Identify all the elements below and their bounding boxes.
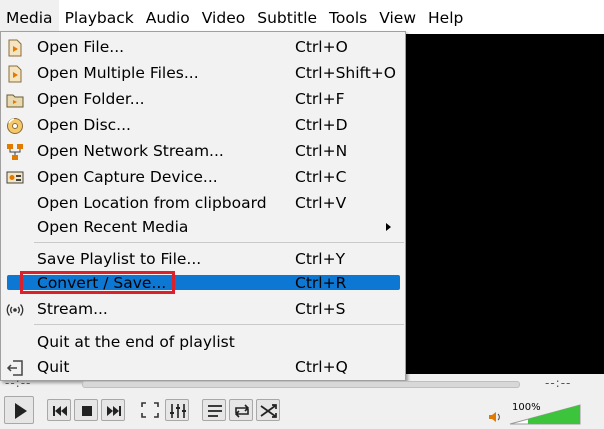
fullscreen-button[interactable] [138, 399, 162, 421]
menu-item-open-recent-media[interactable]: Open Recent Media [1, 216, 405, 241]
disc-icon [6, 117, 24, 135]
capture-device-icon [6, 169, 24, 187]
seek-bar-row: --:-- --:-- [0, 376, 604, 390]
annotation-highlight-box [20, 271, 175, 294]
stop-icon [82, 406, 92, 416]
playlist-icon [208, 405, 222, 417]
menu-tools[interactable]: Tools [323, 0, 373, 34]
menu-media[interactable]: Media [0, 0, 59, 34]
playlist-button[interactable] [202, 399, 226, 421]
next-icon [107, 406, 121, 416]
menu-item-open-capture-device[interactable]: Open Capture Device... Ctrl+C [1, 166, 405, 191]
menu-item-quit-end-of-playlist[interactable]: Quit at the end of playlist [1, 331, 405, 356]
menu-item-open-folder[interactable]: Open Folder... Ctrl+F [1, 88, 405, 113]
quit-icon [6, 359, 24, 377]
video-area[interactable] [403, 34, 604, 374]
menu-item-open-disc[interactable]: Open Disc... Ctrl+D [1, 114, 405, 139]
equalizer-icon [170, 404, 186, 418]
play-icon [15, 403, 27, 419]
menu-item-stream[interactable]: Stream... Ctrl+S [1, 298, 405, 323]
menu-item-save-playlist[interactable]: Save Playlist to File... Ctrl+Y [1, 248, 405, 273]
play-button[interactable] [4, 396, 34, 424]
open-file-icon [6, 39, 24, 57]
volume-slider[interactable] [508, 403, 582, 425]
menu-video[interactable]: Video [196, 0, 251, 34]
menu-help[interactable]: Help [422, 0, 469, 34]
media-dropdown-menu: Open File... Ctrl+O Open Multiple Files.… [0, 31, 406, 381]
shuffle-icon [260, 404, 277, 418]
fullscreen-icon [141, 402, 159, 418]
network-icon [6, 143, 24, 161]
next-button[interactable] [101, 399, 125, 421]
loop-button[interactable] [229, 399, 253, 421]
menu-bar: Media Playback Audio Video Subtitle Tool… [0, 0, 604, 34]
menu-item-open-multiple-files[interactable]: Open Multiple Files... Ctrl+Shift+O [1, 62, 405, 87]
menu-subtitle[interactable]: Subtitle [251, 0, 323, 34]
shuffle-button[interactable] [256, 399, 280, 421]
stream-icon [6, 301, 24, 319]
submenu-arrow-icon [386, 223, 391, 231]
menu-item-open-file[interactable]: Open File... Ctrl+O [1, 36, 405, 61]
menu-audio[interactable]: Audio [140, 0, 196, 34]
elapsed-time: --:-- [5, 376, 32, 390]
menu-playback[interactable]: Playback [59, 0, 140, 34]
menu-separator [34, 242, 404, 243]
seek-slider[interactable] [82, 381, 520, 388]
menu-separator [34, 324, 404, 325]
previous-icon [53, 406, 67, 416]
open-multiple-files-icon [6, 65, 24, 83]
menu-item-open-location-from-clipboard[interactable]: Open Location from clipboard Ctrl+V [1, 192, 405, 217]
previous-button[interactable] [47, 399, 71, 421]
stop-button[interactable] [74, 399, 98, 421]
folder-icon [6, 91, 24, 109]
loop-icon [234, 404, 250, 418]
remaining-time: --:-- [545, 376, 572, 390]
speaker-icon[interactable] [487, 409, 503, 425]
extended-settings-button[interactable] [165, 399, 189, 421]
menu-view[interactable]: View [373, 0, 422, 34]
menu-item-open-network-stream[interactable]: Open Network Stream... Ctrl+N [1, 140, 405, 165]
